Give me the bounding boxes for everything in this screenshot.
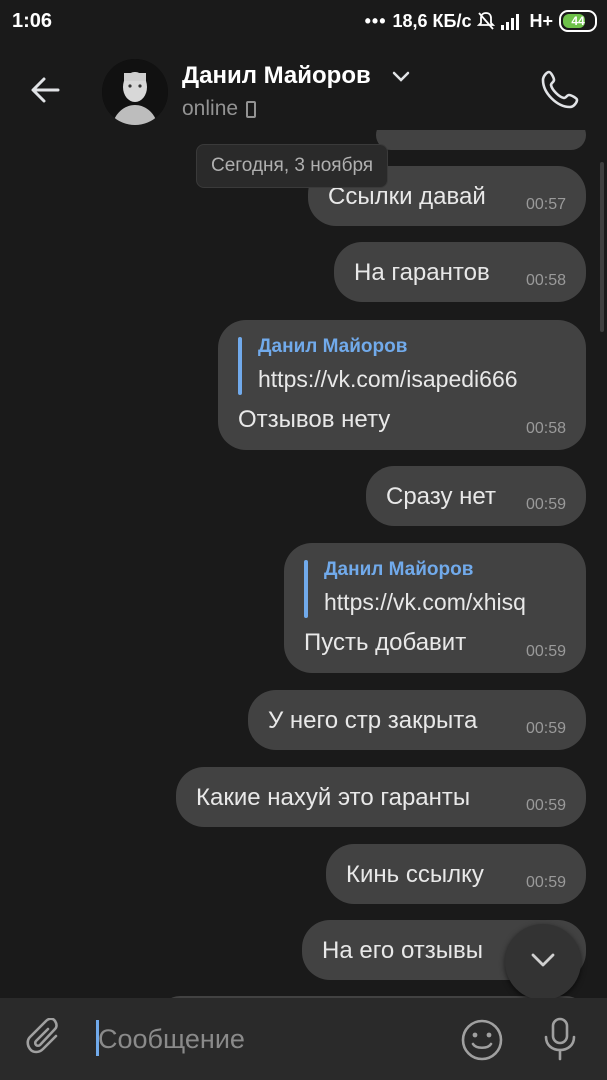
- microphone-icon[interactable]: [540, 1016, 580, 1062]
- message-text: Отзывов нету: [238, 406, 391, 433]
- chevron-down-icon[interactable]: [392, 71, 410, 83]
- mobile-device-icon: [246, 100, 257, 118]
- reply-link[interactable]: https://vk.com/xhisq: [324, 589, 526, 616]
- message-bubble-reply[interactable]: Данил Майоров https://vk.com/xhisq Пусть…: [284, 543, 586, 673]
- phone-icon[interactable]: [540, 68, 582, 110]
- message-text: Кинь ссылку: [346, 861, 484, 888]
- reply-indicator: [304, 560, 308, 618]
- message-time: 00:59: [525, 720, 566, 737]
- chevron-down-icon: [531, 953, 555, 967]
- message-text: На гарантов: [354, 259, 490, 286]
- network-type: H+: [529, 10, 553, 31]
- message-list[interactable]: Ссылки давай 00:57 На гарантов 00:58 Дан…: [0, 130, 607, 998]
- reply-author: Данил Майоров: [258, 336, 408, 357]
- message-bubble[interactable]: У него стр закрыта 00:59: [248, 690, 586, 750]
- date-separator: Сегодня, 3 ноября: [196, 144, 389, 188]
- bell-off-icon: [477, 12, 496, 30]
- battery-icon: 44: [559, 10, 597, 32]
- message-bubble[interactable]: [376, 130, 586, 150]
- message-time: 00:59: [525, 797, 566, 814]
- message-text: Сразу нет: [386, 483, 496, 510]
- paperclip-icon[interactable]: [26, 1018, 66, 1060]
- message-time: 00:57: [525, 196, 566, 213]
- scroll-down-button[interactable]: [505, 924, 581, 998]
- message-bubble[interactable]: Какие нахуй это гаранты 00:59: [176, 767, 586, 827]
- message-bubble-reply[interactable]: Данил Майоров https://vk.com/isapedi666 …: [218, 320, 586, 450]
- message-bubble[interactable]: Сразу нет 00:59: [366, 466, 586, 526]
- online-status-text: online: [182, 97, 239, 120]
- message-text: На его отзывы: [322, 937, 484, 964]
- message-text: У него стр закрыта: [268, 707, 478, 734]
- message-time: 00:59: [525, 643, 566, 660]
- message-input[interactable]: Сообщение: [98, 1024, 245, 1055]
- status-icons: ••• 18,6 КБ/с H+ 44: [365, 10, 597, 32]
- message-time: 00:58: [525, 420, 566, 437]
- contact-name[interactable]: Данил Майоров: [182, 62, 371, 90]
- message-time: 00:58: [525, 272, 566, 289]
- signal-icon: [501, 14, 520, 30]
- smiley-icon[interactable]: [460, 1018, 504, 1062]
- status-bar: 1:06 ••• 18,6 КБ/с H+ 44: [0, 0, 607, 44]
- network-speed: 18,6 КБ/с: [392, 10, 472, 31]
- reply-link[interactable]: https://vk.com/isapedi666: [258, 366, 518, 393]
- message-bubble[interactable]: На гарантов 00:58: [334, 242, 586, 302]
- message-text: Пусть добавит: [304, 629, 467, 656]
- avatar[interactable]: [102, 59, 168, 125]
- message-text: Какие нахуй это гаранты: [196, 784, 471, 811]
- message-time: 00:59: [525, 496, 566, 513]
- reply-author: Данил Майоров: [324, 559, 474, 580]
- scrollbar[interactable]: [600, 162, 604, 332]
- arrow-left-icon[interactable]: [28, 72, 64, 108]
- reply-indicator: [238, 337, 242, 395]
- online-status: online: [182, 97, 257, 121]
- status-time: 1:06: [12, 10, 53, 32]
- battery-level: 44: [571, 14, 585, 28]
- message-composer: Сообщение: [0, 998, 607, 1080]
- message-time: 00:59: [525, 874, 566, 891]
- message-bubble[interactable]: Кинь ссылку 00:59: [326, 844, 586, 904]
- chat-header: Данил Майоров online: [0, 44, 607, 144]
- more-dots-icon: •••: [364, 10, 387, 31]
